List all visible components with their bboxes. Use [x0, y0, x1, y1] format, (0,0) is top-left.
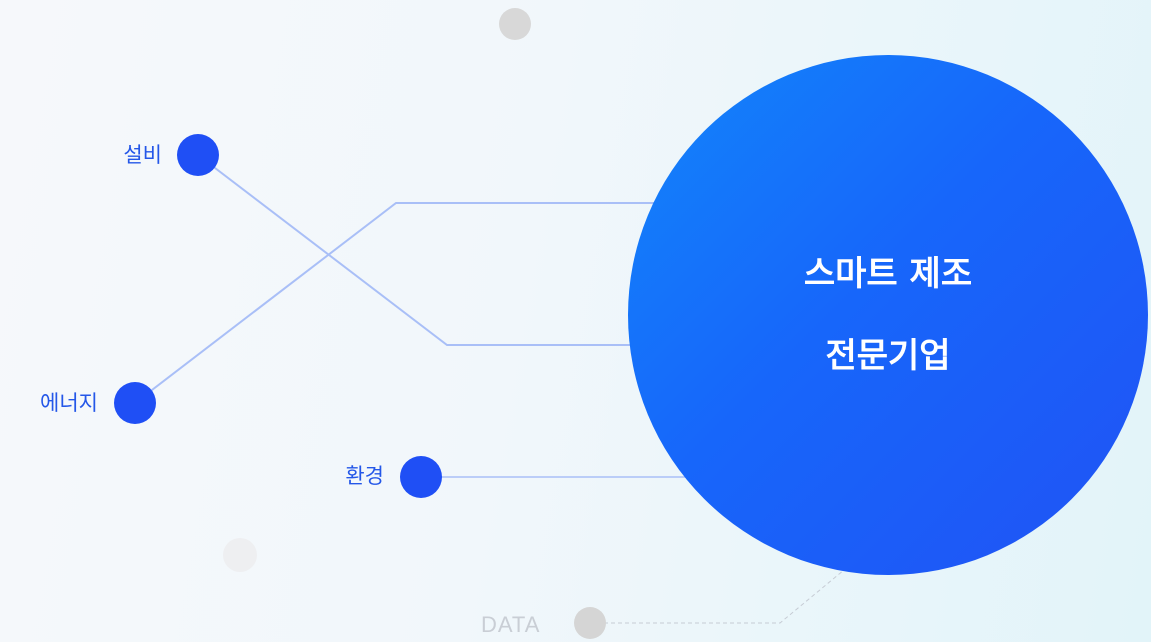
node-environment-dot — [400, 456, 442, 498]
node-equipment-dot — [177, 134, 219, 176]
node-energy-dot — [114, 382, 156, 424]
connector-equipment — [197, 154, 700, 346]
node-environment-label: 환경 — [345, 464, 384, 488]
node-energy-label: 에너지 — [40, 391, 98, 415]
node-equipment-label: 설비 — [123, 143, 162, 167]
node-data-dot — [574, 607, 606, 639]
decorative-dot-top — [499, 8, 531, 40]
connector-energy — [134, 202, 700, 404]
connector-data — [590, 564, 851, 624]
node-data-label: DATA — [481, 612, 541, 637]
hub-title-line1: 스마트 제조 — [803, 254, 973, 294]
hub-title-line2: 전문기업 — [825, 336, 951, 376]
decorative-dot-bottom — [223, 538, 257, 572]
hub-circle: 스마트 제조 전문기업 — [628, 55, 1148, 575]
